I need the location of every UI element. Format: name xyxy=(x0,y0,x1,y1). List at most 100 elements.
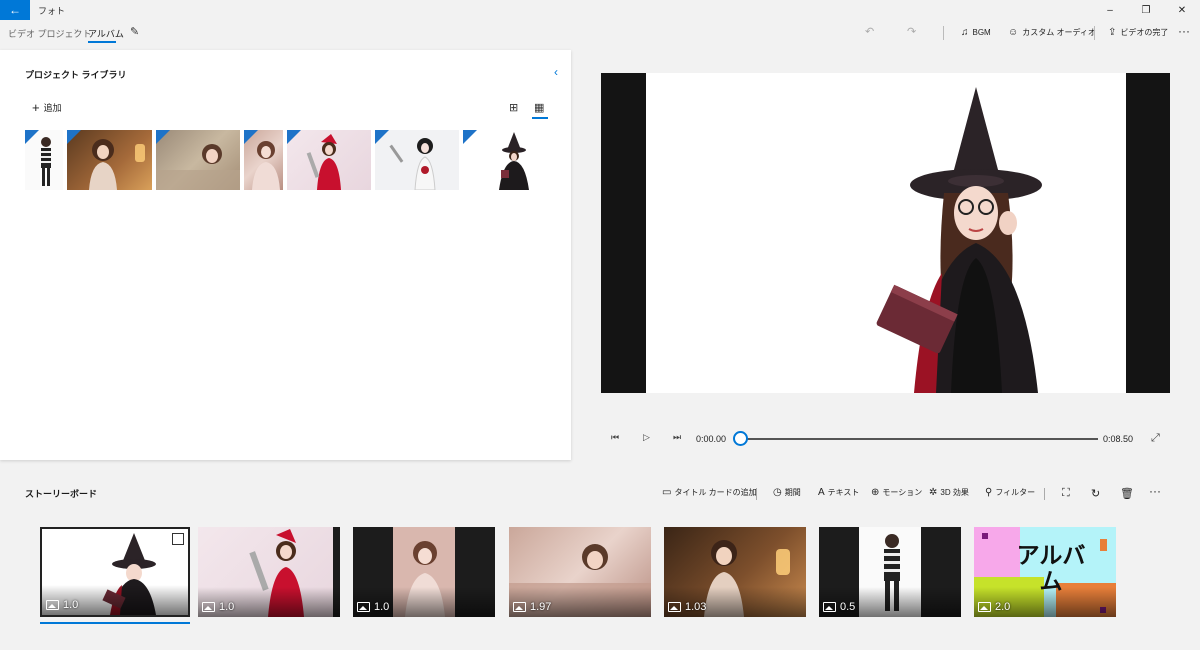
added-marker-icon xyxy=(287,130,301,144)
3d-effects-label: 3D 効果 xyxy=(940,488,969,497)
text-button[interactable]: A テキスト xyxy=(818,487,859,498)
collapse-chevron-icon[interactable]: ‹ xyxy=(554,65,558,79)
clip-duration-value: 2.0 xyxy=(995,601,1011,613)
close-button[interactable]: ✕ xyxy=(1164,0,1200,20)
filter-button[interactable]: ⚲ フィルター xyxy=(985,487,1035,498)
step-forward-icon[interactable]: ⏭ xyxy=(673,432,681,443)
clip-duration: 1.0 xyxy=(357,601,389,613)
resize-icon[interactable]: ⛶ xyxy=(1062,487,1070,500)
step-back-icon[interactable]: ⏮ xyxy=(611,432,619,443)
rename-pencil-icon[interactable]: ✎ xyxy=(130,25,139,38)
large-grid-view-icon[interactable]: ⊞ xyxy=(509,101,518,114)
toolbar-divider xyxy=(943,26,944,40)
current-time: 0:00.00 xyxy=(696,434,727,444)
back-arrow-icon: ← xyxy=(9,3,21,17)
rotate-icon[interactable]: ↻ xyxy=(1091,487,1100,500)
clip-duration-value: 1.0 xyxy=(374,601,390,613)
timeline-scrubber[interactable] xyxy=(733,431,748,446)
storyboard-clip[interactable]: 1.03 xyxy=(664,527,806,617)
finish-video-button[interactable]: ⇪ ビデオの完了 xyxy=(1108,27,1168,38)
library-thumbnail[interactable] xyxy=(67,130,152,190)
added-marker-icon xyxy=(156,130,170,144)
added-marker-icon xyxy=(375,130,389,144)
window-controls: – ❐ ✕ xyxy=(1092,0,1200,20)
bgm-button[interactable]: ♫ BGM xyxy=(961,27,991,38)
title-card-icon: ▭ xyxy=(662,487,672,498)
custom-audio-label: カスタム オーディオ xyxy=(1022,28,1096,37)
duration-label: 期間 xyxy=(784,488,801,497)
storyboard-clip[interactable]: 0.5 xyxy=(819,527,961,617)
clip-duration-value: 1.97 xyxy=(530,601,552,613)
export-icon: ⇪ xyxy=(1108,27,1117,38)
person-audio-icon: ☺ xyxy=(1008,27,1019,38)
preview-frame xyxy=(646,73,1126,393)
timeline-track[interactable] xyxy=(741,438,1098,440)
storyboard-clip[interactable]: 1.97 xyxy=(509,527,651,617)
library-thumbnail[interactable] xyxy=(25,130,63,190)
breadcrumb-current[interactable]: アルバム xyxy=(88,27,124,40)
storyboard-title: ストーリーボード xyxy=(25,489,98,499)
clip-duration: 1.97 xyxy=(513,601,551,613)
clip-duration: 0.5 xyxy=(823,601,855,613)
playback-controls: ⏮ ▷ ⏭ 0:00.00 0:08.50 ⤢ xyxy=(601,428,1170,450)
breadcrumb-underline xyxy=(88,41,116,43)
storyboard-header: ストーリーボード ▭ タイトル カードの追加 ◷ 期間 A テキスト ⊕ モーシ… xyxy=(0,476,1200,508)
clip-select-checkbox[interactable] xyxy=(172,533,184,545)
selected-clip-indicator xyxy=(40,622,190,624)
breadcrumb-parent[interactable]: ビデオ プロジェクト xyxy=(8,27,92,40)
redo-icon[interactable]: ↷ xyxy=(907,25,916,38)
add-title-card-label: タイトル カードの追加 xyxy=(674,488,757,497)
library-thumbnail[interactable] xyxy=(244,130,283,190)
delete-icon[interactable]: 🗑 xyxy=(1120,487,1134,500)
title-bar: ← フォト – ❐ ✕ xyxy=(0,0,1200,20)
image-icon xyxy=(202,602,215,612)
clock-icon: ◷ xyxy=(773,487,782,498)
storyboard-clip[interactable]: 1.0 xyxy=(198,527,340,617)
clip-duration: 1.0 xyxy=(46,599,78,611)
project-library-panel: プロジェクト ライブラリ ‹ + 追加 ⊞ ▦ xyxy=(0,50,571,460)
add-title-card-button[interactable]: ▭ タイトル カードの追加 xyxy=(662,487,757,498)
added-marker-icon xyxy=(67,130,81,144)
video-preview[interactable] xyxy=(601,73,1170,393)
restore-button[interactable]: ❐ xyxy=(1128,0,1164,20)
storyboard-more-button[interactable]: ··· xyxy=(1149,484,1161,498)
preview-witch-photo xyxy=(876,87,1042,393)
duration-button[interactable]: ◷ 期間 xyxy=(773,487,801,498)
storyboard-clip-title-card[interactable]: アルバム 2.0 xyxy=(974,527,1116,617)
add-label: 追加 xyxy=(43,103,62,113)
library-thumbnail[interactable] xyxy=(375,130,459,190)
undo-icon[interactable]: ↶ xyxy=(865,25,874,38)
add-media-button[interactable]: + 追加 xyxy=(32,101,62,114)
filter-icon: ⚲ xyxy=(985,487,993,498)
3d-effects-icon: ✲ xyxy=(929,487,938,498)
clip-duration: 1.03 xyxy=(668,601,706,613)
clip-duration-value: 1.0 xyxy=(63,599,79,611)
added-marker-icon xyxy=(463,130,477,144)
custom-audio-button[interactable]: ☺ カスタム オーディオ xyxy=(1008,27,1096,38)
text-label: テキスト xyxy=(827,488,860,497)
image-icon xyxy=(978,602,991,612)
toolbar-divider xyxy=(1094,26,1095,40)
image-icon xyxy=(823,602,836,612)
play-icon[interactable]: ▷ xyxy=(643,432,650,443)
project-toolbar: ビデオ プロジェクト › アルバム ✎ ↶ ↷ ♫ BGM ☺ カスタム オーデ… xyxy=(0,20,1200,46)
3d-effects-button[interactable]: ✲ 3D 効果 xyxy=(929,487,969,498)
image-icon xyxy=(513,602,526,612)
small-grid-view-icon[interactable]: ▦ xyxy=(531,101,549,119)
plus-icon: + xyxy=(32,100,40,115)
library-thumbnail[interactable] xyxy=(463,130,547,190)
fullscreen-icon[interactable]: ⤢ xyxy=(1151,432,1160,445)
library-thumbnail[interactable] xyxy=(156,130,240,190)
motion-button[interactable]: ⊕ モーション xyxy=(871,487,922,498)
minimize-button[interactable]: – xyxy=(1092,0,1128,20)
back-button[interactable]: ← xyxy=(0,0,30,20)
image-icon xyxy=(357,602,370,612)
library-thumbnail[interactable] xyxy=(287,130,371,190)
filter-label: フィルター xyxy=(995,488,1036,497)
library-title: プロジェクト ライブラリ xyxy=(25,70,127,80)
bgm-label: BGM xyxy=(972,28,991,37)
storyboard-clip[interactable]: 1.0 xyxy=(353,527,495,617)
total-time: 0:08.50 xyxy=(1103,434,1134,444)
more-options-button[interactable]: ··· xyxy=(1178,24,1190,38)
storyboard-clip[interactable]: 1.0 xyxy=(40,527,190,617)
